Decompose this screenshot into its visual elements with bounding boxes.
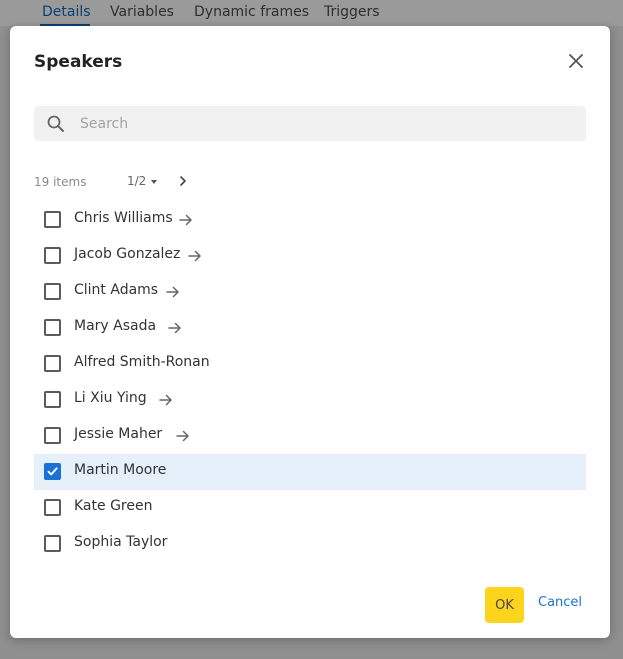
tab-triggers: Triggers bbox=[324, 4, 380, 20]
search-input[interactable] bbox=[80, 106, 570, 141]
speaker-name: Kate Green bbox=[74, 498, 153, 514]
background-tab-bar: Details Variables Dynamic frames Trigger… bbox=[0, 0, 623, 26]
close-icon bbox=[569, 54, 583, 68]
speaker-row[interactable]: Martin Moore bbox=[34, 454, 586, 490]
speaker-checkbox[interactable] bbox=[44, 211, 61, 228]
tab-variables: Variables bbox=[110, 4, 174, 20]
dialog-title: Speakers bbox=[34, 52, 123, 72]
items-count: 19 items bbox=[34, 175, 87, 189]
speaker-checkbox[interactable] bbox=[44, 319, 61, 336]
speaker-row[interactable]: Sophia Taylor bbox=[34, 526, 586, 562]
search-icon bbox=[47, 115, 64, 132]
checkmark-icon bbox=[47, 467, 58, 476]
speaker-name: Mary Asada bbox=[74, 318, 157, 334]
next-page-chevron-right-icon[interactable] bbox=[176, 174, 190, 188]
speakers-dialog: Speakers 19 items 1/2 Chris Williams Jaco… bbox=[10, 26, 610, 638]
speaker-checkbox[interactable] bbox=[44, 535, 61, 552]
arrow-right-icon[interactable] bbox=[166, 319, 184, 337]
speaker-checkbox[interactable] bbox=[44, 391, 61, 408]
arrow-right-icon[interactable] bbox=[164, 283, 182, 301]
speaker-checkbox[interactable] bbox=[44, 283, 61, 300]
speaker-row[interactable]: Mary Asada bbox=[34, 310, 586, 346]
speaker-name: Clint Adams bbox=[74, 282, 159, 298]
speaker-row[interactable]: Kate Green bbox=[34, 490, 586, 526]
speaker-row[interactable]: Li Xiu Ying bbox=[34, 382, 586, 418]
speaker-row[interactable]: Chris Williams bbox=[34, 202, 586, 238]
page-indicator: 1/2 bbox=[127, 174, 147, 188]
arrow-right-icon[interactable] bbox=[177, 211, 195, 229]
arrow-right-icon[interactable] bbox=[186, 247, 204, 265]
speaker-name: Alfred Smith-Ronan bbox=[74, 354, 210, 370]
speaker-checkbox[interactable] bbox=[44, 355, 61, 372]
caret-down-icon bbox=[151, 179, 158, 184]
speaker-name: Martin Moore bbox=[74, 462, 167, 478]
speaker-row[interactable]: Jacob Gonzalez bbox=[34, 238, 586, 274]
speaker-name: Li Xiu Ying bbox=[74, 390, 147, 406]
speaker-checkbox[interactable] bbox=[44, 499, 61, 516]
speaker-name: Sophia Taylor bbox=[74, 534, 168, 550]
speaker-name: Chris Williams bbox=[74, 210, 173, 226]
speaker-row[interactable]: Alfred Smith-Ronan bbox=[34, 346, 586, 382]
page-selector[interactable]: 1/2 bbox=[127, 174, 158, 188]
speaker-checkbox[interactable] bbox=[44, 463, 61, 480]
arrow-right-icon[interactable] bbox=[157, 391, 175, 409]
speaker-row[interactable]: Clint Adams bbox=[34, 274, 586, 310]
speaker-name: Jacob Gonzalez bbox=[74, 246, 181, 262]
cancel-button[interactable]: Cancel bbox=[538, 595, 582, 610]
tab-dynamic-frames: Dynamic frames bbox=[194, 4, 310, 20]
ok-button[interactable]: OK bbox=[485, 587, 524, 623]
speaker-name: Jessie Maher bbox=[74, 426, 163, 442]
search-box[interactable] bbox=[34, 106, 586, 141]
close-button[interactable] bbox=[565, 50, 587, 72]
speaker-row[interactable]: Jessie Maher bbox=[34, 418, 586, 454]
speaker-list: Chris Williams Jacob Gonzalez Clint Adams M… bbox=[34, 202, 586, 562]
arrow-right-icon[interactable] bbox=[174, 427, 192, 445]
speaker-checkbox[interactable] bbox=[44, 427, 61, 444]
speaker-checkbox[interactable] bbox=[44, 247, 61, 264]
tab-details: Details bbox=[42, 4, 91, 20]
